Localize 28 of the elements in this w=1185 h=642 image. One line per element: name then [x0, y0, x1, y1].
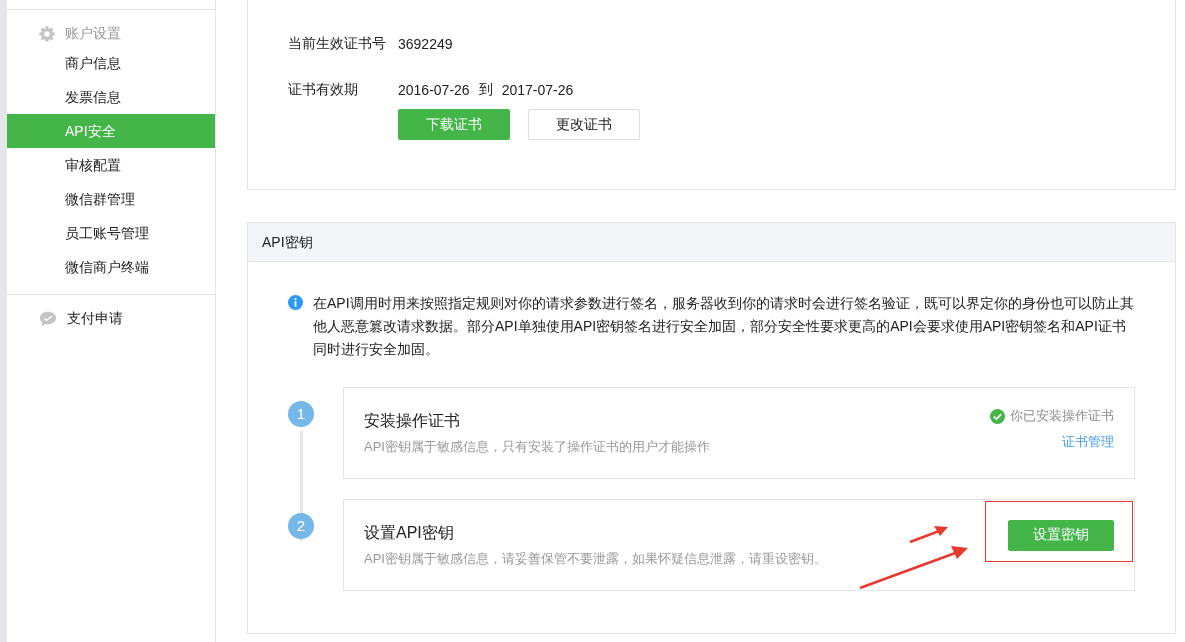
step-description: API密钥属于敏感信息，只有安装了操作证书的用户才能操作	[364, 437, 710, 456]
step-number: 2	[288, 513, 314, 539]
step-number: 1	[288, 401, 314, 427]
step-title: 设置API密钥	[364, 522, 455, 543]
sidebar-item[interactable]: 发票信息	[7, 80, 215, 114]
field-value: 到	[478, 81, 493, 99]
sidebar-item[interactable]: 审核配置	[7, 148, 215, 182]
check-icon	[990, 408, 1005, 424]
sidebar-group-title[interactable]: 支付申请	[67, 310, 123, 328]
step-description: API密钥属于敏感信息，请妥善保管不要泄露，如果怀疑信息泄露，请重设密钥。	[364, 549, 827, 568]
info-icon	[288, 295, 303, 310]
status-text: 你已安装操作证书	[1010, 407, 1114, 425]
sidebar-item[interactable]: 商户信息	[7, 46, 215, 80]
field-value: 3692249	[398, 36, 453, 52]
chat-bubble-icon	[38, 310, 58, 328]
panel-title: API密钥	[262, 234, 313, 250]
change-button[interactable]: 更改证书	[528, 109, 640, 140]
annotation-arrow	[909, 526, 948, 544]
field-label: 当前生效证书号	[288, 35, 387, 53]
sidebar-item[interactable]: 员工账号管理	[7, 216, 215, 250]
field-value: 2016-07-26	[398, 82, 470, 98]
notice-text: 在API调用时用来按照指定规则对你的请求参数进行签名，服务器收到你的请求时会进行签名验证，既可以界定你的身份也可以防止其他人恶意篡改请求数据。部分API单独使用API密钥签名进行安全加固，部分安全性要求更高的API会要求使用API密钥签名和API证书同时进行安全加固。	[313, 294, 1135, 359]
field-value: 2017-07-26	[501, 82, 574, 98]
gear-icon	[38, 25, 56, 43]
field-label: 证书有效期	[288, 81, 359, 99]
step-title: 安装操作证书	[364, 410, 461, 431]
sidebar-item[interactable]: 微信群管理	[7, 182, 215, 216]
sidebar-item[interactable]: 微信商户终端	[7, 250, 215, 284]
